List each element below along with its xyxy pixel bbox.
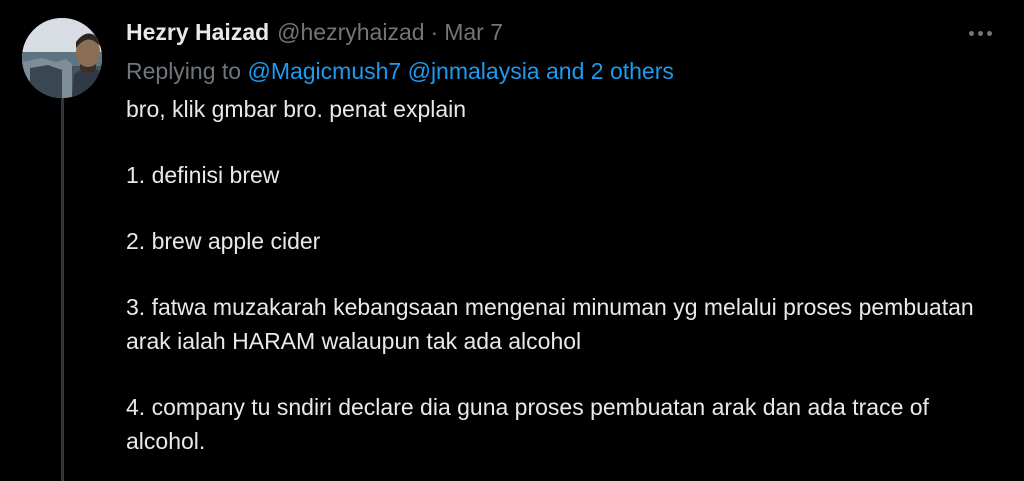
separator-dot: · bbox=[430, 19, 439, 45]
more-options-button[interactable] bbox=[964, 22, 996, 44]
avatar[interactable] bbox=[22, 18, 102, 98]
author-name[interactable]: Hezry Haizad bbox=[126, 16, 269, 48]
avatar-photo bbox=[22, 18, 102, 98]
tweet-text-line: 3. fatwa muzakarah kebangsaan mengenai m… bbox=[126, 294, 981, 354]
thread-line bbox=[61, 96, 64, 481]
tweet-header: Hezry Haizad @hezryhaizad · Mar 7 bbox=[126, 16, 503, 48]
tweet-text: bro, klik gmbar bro. penat explain 1. de… bbox=[126, 92, 1006, 458]
others-link[interactable]: and 2 others bbox=[546, 58, 674, 84]
tweet-text-line: bro, klik gmbar bro. penat explain bbox=[126, 96, 467, 122]
tweet[interactable]: Hezry Haizad @hezryhaizad · Mar 7 Replyi… bbox=[0, 0, 1024, 481]
more-horizontal-icon-dot bbox=[968, 30, 974, 36]
tweet-date[interactable]: Mar 7 bbox=[444, 16, 503, 48]
replying-to-label: Replying to bbox=[126, 58, 248, 84]
tweet-text-line: 2. brew apple cider bbox=[126, 228, 321, 254]
replying-to: Replying to @Magicmush7 @jnmalaysia and … bbox=[126, 55, 674, 87]
more-horizontal-icon-dot bbox=[977, 30, 983, 36]
more-horizontal-icon-dot bbox=[986, 30, 992, 36]
mention-link[interactable]: @Magicmush7 bbox=[247, 58, 401, 84]
tweet-text-line: 1. definisi brew bbox=[126, 162, 280, 188]
tweet-text-line: 4. company tu sndiri declare dia guna pr… bbox=[126, 394, 936, 454]
mention-link[interactable]: @jnmalaysia bbox=[408, 58, 540, 84]
author-handle[interactable]: @hezryhaizad bbox=[277, 16, 424, 48]
